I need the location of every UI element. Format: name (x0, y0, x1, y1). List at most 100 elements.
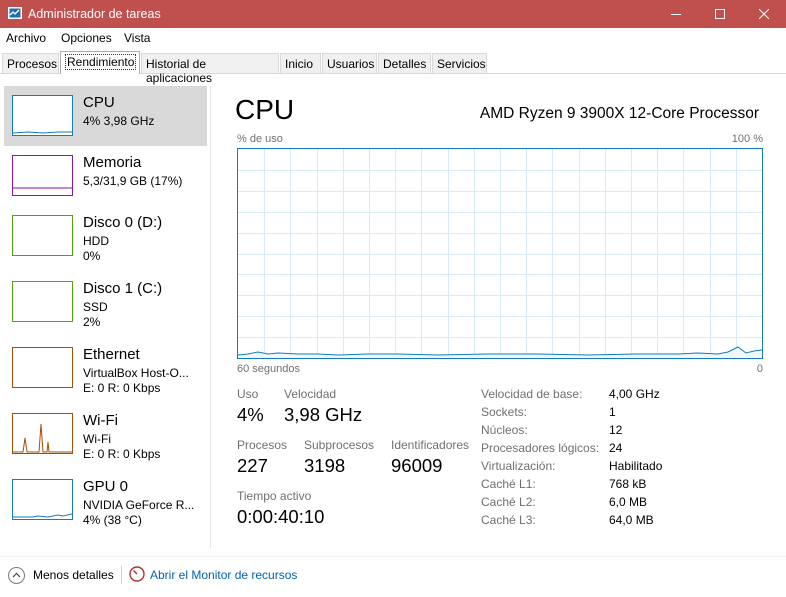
resource-detail: 4% 3,98 GHz (83, 114, 155, 128)
detail-value: Habilitado (609, 459, 663, 473)
footer: Menos detalles Abrir el Monitor de recur… (0, 556, 786, 597)
detail-value: 768 kB (609, 477, 647, 491)
wifi-thumbnail (12, 413, 73, 454)
detail-value: 6,0 MB (609, 495, 648, 509)
graph-x-min: 0 (756, 363, 763, 375)
tab-usuarios[interactable]: Usuarios (322, 53, 377, 73)
resource-detail-2: 0% (83, 249, 101, 263)
detail-label: Caché L2: (481, 495, 536, 509)
resource-detail-2: E: 0 R: 0 Kbps (83, 447, 161, 461)
window-title: Administrador de tareas (28, 7, 161, 21)
tab-historial[interactable]: Historial de aplicaciones (141, 53, 279, 85)
resource-list: CPU 4% 3,98 GHz Memoria 5,3/31,9 GB (17%… (0, 86, 210, 546)
minimize-button[interactable] (654, 0, 698, 28)
threads-label: Subprocesos (304, 438, 375, 452)
resource-disk-0[interactable]: Disco 0 (D:) HDD 0% (4, 206, 207, 266)
tab-rendimiento[interactable]: Rendimiento (60, 51, 140, 74)
resource-detail: HDD (83, 234, 109, 248)
resource-detail-2: 4% (38 °C) (83, 513, 142, 527)
cpu-detail-panel: CPU AMD Ryzen 9 3900X 12-Core Processor … (211, 74, 786, 554)
uptime-value: 0:00:40:10 (237, 506, 325, 527)
detail-value: 12 (609, 423, 623, 437)
speed-label: Velocidad (284, 387, 337, 401)
memory-thumbnail (12, 155, 73, 196)
detail-label: Virtualización: (481, 459, 556, 473)
resource-detail-2: 2% (83, 315, 101, 329)
disk-1-thumbnail (12, 281, 73, 322)
resource-monitor-icon (129, 566, 145, 582)
tab-rendimiento-label: Rendimiento (65, 54, 137, 70)
detail-value: 64,0 MB (609, 513, 654, 527)
disk-0-thumbnail (12, 215, 73, 256)
resource-detail-2: E: 0 R: 0 Kbps (83, 381, 161, 395)
resource-name: Disco 0 (D:) (83, 214, 163, 231)
menu-vista[interactable]: Vista (124, 31, 150, 45)
graph-y-max: 100 % (731, 133, 763, 145)
detail-value: 4,00 GHz (609, 387, 660, 401)
chevron-up-icon[interactable] (8, 567, 25, 584)
detail-value: 1 (609, 405, 616, 419)
threads-value: 3198 (304, 455, 346, 476)
tab-detalles-label: Detalles (383, 57, 427, 71)
ethernet-thumbnail (12, 347, 73, 388)
menu-archivo[interactable]: Archivo (6, 31, 46, 45)
detail-label: Procesadores lógicos: (481, 441, 600, 455)
resource-monitor-link[interactable]: Abrir el Monitor de recursos (150, 568, 297, 582)
usage-label: Uso (237, 387, 259, 401)
resource-name: GPU 0 (83, 478, 129, 495)
detail-label: Sockets: (481, 405, 528, 419)
resource-memory[interactable]: Memoria 5,3/31,9 GB (17%) (4, 146, 207, 206)
tab-bar: Procesos Rendimiento Historial de aplica… (0, 50, 786, 85)
footer-separator (121, 566, 122, 584)
resource-ethernet[interactable]: Ethernet VirtualBox Host-O... E: 0 R: 0 … (4, 338, 207, 398)
tab-historial-label: Historial de aplicaciones (146, 57, 213, 85)
cpu-thumbnail (12, 95, 73, 136)
tab-procesos[interactable]: Procesos (2, 53, 59, 73)
uptime-label: Tiempo activo (237, 489, 312, 503)
tab-detalles[interactable]: Detalles (378, 53, 431, 73)
tab-inicio[interactable]: Inicio (280, 53, 321, 73)
usage-value: 4% (237, 404, 264, 425)
close-button[interactable] (742, 0, 786, 28)
resource-detail: SSD (83, 300, 108, 314)
title-bar: Administrador de tareas (0, 0, 786, 28)
resource-detail: NVIDIA GeForce R... (83, 498, 195, 512)
tab-servicios[interactable]: Servicios (432, 53, 487, 73)
graph-y-label: % de uso (237, 133, 283, 145)
menu-opciones[interactable]: Opciones (61, 31, 112, 45)
resource-name: CPU (83, 94, 115, 111)
resource-wifi[interactable]: Wi-Fi Wi-Fi E: 0 R: 0 Kbps (4, 404, 207, 464)
cpu-usage-graph (237, 148, 763, 359)
cpu-graph-canvas (237, 149, 763, 358)
resource-gpu-0[interactable]: GPU 0 NVIDIA GeForce R... 4% (38 °C) (4, 470, 207, 530)
detail-label: Velocidad de base: (481, 387, 583, 401)
resource-disk-1[interactable]: Disco 1 (C:) SSD 2% (4, 272, 207, 332)
page-title: CPU (235, 94, 295, 125)
fewer-details-button[interactable]: Menos detalles (33, 568, 114, 582)
detail-label: Caché L1: (481, 477, 536, 491)
tab-usuarios-label: Usuarios (327, 57, 375, 71)
processes-label: Procesos (237, 438, 288, 452)
handles-value: 96009 (391, 455, 443, 476)
processor-name: AMD Ryzen 9 3900X 12-Core Processor (479, 105, 759, 122)
resource-name: Ethernet (83, 346, 140, 363)
resource-name: Wi-Fi (83, 412, 118, 429)
resource-name: Memoria (83, 154, 142, 171)
detail-label: Núcleos: (481, 423, 528, 437)
resource-detail: VirtualBox Host-O... (83, 366, 189, 380)
maximize-button[interactable] (698, 0, 742, 28)
resource-detail: 5,3/31,9 GB (17%) (83, 174, 183, 188)
handles-label: Identificadores (391, 438, 470, 452)
resource-detail: Wi-Fi (83, 432, 111, 446)
task-manager-icon (8, 7, 22, 19)
gpu-thumbnail (12, 479, 73, 520)
tab-inicio-label: Inicio (285, 57, 314, 71)
tab-procesos-label: Procesos (7, 57, 58, 71)
resource-cpu[interactable]: CPU 4% 3,98 GHz (4, 86, 207, 146)
processes-value: 227 (237, 455, 268, 476)
resource-name: Disco 1 (C:) (83, 280, 163, 297)
menu-bar: Archivo Opciones Vista (0, 28, 786, 49)
graph-x-label: 60 segundos (237, 363, 300, 375)
tab-servicios-label: Servicios (437, 57, 486, 71)
speed-value: 3,98 GHz (284, 404, 363, 425)
